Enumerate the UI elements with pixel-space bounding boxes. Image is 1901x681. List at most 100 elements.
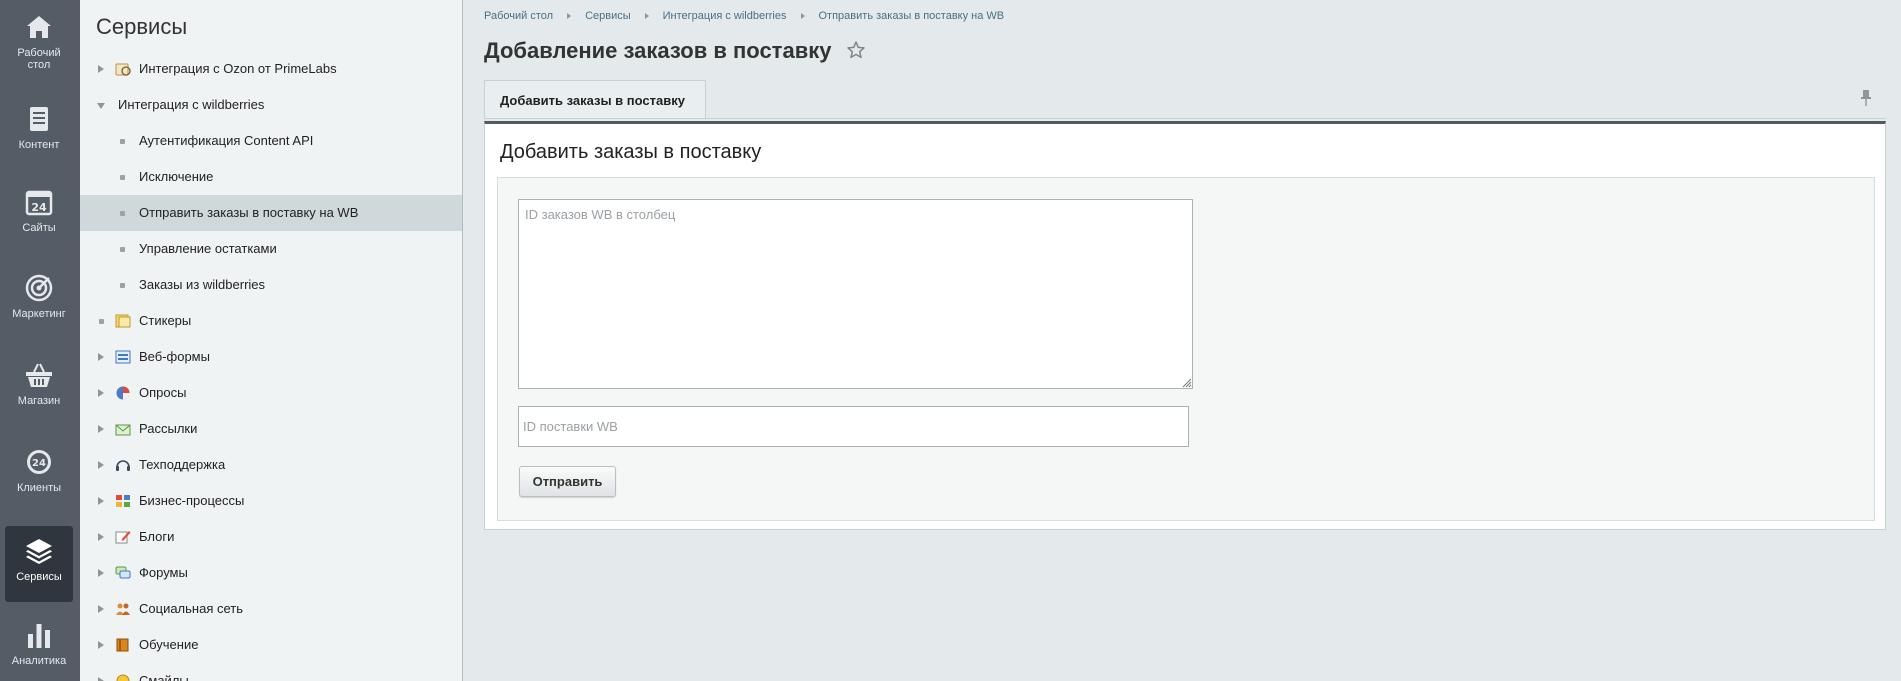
forum-icon — [115, 566, 131, 579]
rail-item-content[interactable]: Контент — [5, 104, 73, 151]
sidebar-item-stickers[interactable]: Стикеры — [80, 303, 462, 339]
rail-label: Аналитика — [11, 655, 67, 667]
sidebar-item-label: Интеграция с wildberries — [118, 97, 265, 112]
calendar-24-icon: 24 — [25, 190, 53, 216]
supply-id-input[interactable] — [518, 406, 1189, 447]
left-nav-rail: Рабочий стол Контент 24 Сайты Маркетинг … — [0, 0, 80, 681]
tab-add-orders[interactable]: Добавить заказы в поставку — [484, 80, 706, 119]
rail-label: Маркетинг — [12, 308, 66, 320]
services-menu: Интеграция с Ozon от PrimeLabs Интеграци… — [80, 51, 462, 681]
pin-icon[interactable] — [1859, 89, 1873, 107]
expand-arrow-icon[interactable] — [98, 389, 104, 397]
sidebar-item-label: Опросы — [139, 385, 187, 400]
sidebar-item-business-processes[interactable]: Бизнес-процессы — [80, 483, 462, 519]
document-icon — [30, 107, 48, 131]
bullet-icon — [120, 211, 125, 216]
sidebar-item-wildberries[interactable]: Интеграция с wildberries — [80, 87, 462, 123]
sidebar-item-forums[interactable]: Форумы — [80, 555, 462, 591]
rail-item-sites[interactable]: 24 Сайты — [5, 187, 73, 234]
page-title: Добавление заказов в поставку — [484, 38, 832, 63]
expand-arrow-icon[interactable] — [98, 641, 104, 649]
polls-icon — [116, 386, 130, 400]
sidebar-item-label: Исключение — [139, 169, 214, 184]
rail-label: Рабочий стол — [17, 47, 61, 71]
collapse-arrow-icon[interactable] — [97, 103, 105, 109]
sidebar-item-web-forms[interactable]: Веб-формы — [80, 339, 462, 375]
sidebar-item-label: Бизнес-процессы — [139, 493, 245, 508]
sidebar-item-smileys[interactable]: Смайлы — [80, 663, 462, 681]
expand-arrow-icon[interactable] — [98, 677, 104, 681]
expand-arrow-icon[interactable] — [98, 461, 104, 469]
basket-icon — [26, 363, 52, 387]
breadcrumb: Рабочий стол Сервисы Интеграция с wildberr… — [484, 10, 1004, 22]
rail-label: Клиенты — [16, 482, 62, 494]
services-sidebar: Сервисы Интеграция с Ozon от PrimeLabs И… — [80, 0, 463, 681]
blog-icon — [115, 531, 131, 544]
sidebar-item-label: Смайлы — [139, 673, 189, 681]
breadcrumb-item[interactable]: Отправить заказы в поставку на WB — [819, 10, 1005, 22]
sidebar-item-wb-orders[interactable]: Заказы из wildberries — [80, 267, 462, 303]
sidebar-item-content-api-auth[interactable]: Аутентификация Content API — [80, 123, 462, 159]
orders-id-textarea[interactable] — [518, 199, 1193, 389]
ozon-module-icon — [115, 63, 131, 76]
breadcrumb-item[interactable]: Рабочий стол — [484, 10, 553, 22]
sidebar-item-label: Техподдержка — [139, 457, 226, 472]
sidebar-item-label: Рассылки — [139, 421, 198, 436]
bar-chart-icon — [28, 624, 50, 648]
rail-label: Сервисы — [16, 571, 62, 583]
expand-arrow-icon[interactable] — [98, 605, 104, 613]
expand-arrow-icon[interactable] — [98, 569, 104, 577]
sidebar-item-label: Веб-формы — [139, 349, 210, 364]
rail-label: Контент — [18, 139, 60, 151]
bullet-icon — [120, 283, 125, 288]
sidebar-item-label: Аутентификация Content API — [139, 133, 314, 148]
sidebar-item-send-orders-wb[interactable]: Отправить заказы в поставку на WB — [80, 195, 462, 231]
breadcrumb-separator-icon — [644, 12, 649, 19]
breadcrumb-separator-icon — [800, 12, 805, 19]
sidebar-item-label: Интеграция с Ozon от PrimeLabs — [139, 61, 337, 76]
sidebar-item-ozon[interactable]: Интеграция с Ozon от PrimeLabs — [80, 51, 462, 87]
workflow-icon — [116, 495, 130, 507]
sidebar-item-label: Блоги — [139, 529, 175, 544]
rail-item-marketing[interactable]: Маркетинг — [5, 273, 73, 320]
sidebar-item-social-network[interactable]: Социальная сеть — [80, 591, 462, 627]
svg-text:24: 24 — [32, 458, 46, 469]
rail-item-analytics[interactable]: Аналитика — [5, 620, 73, 667]
learning-icon — [116, 638, 129, 652]
rail-item-clients[interactable]: 24 Клиенты — [5, 447, 73, 494]
house-icon — [27, 16, 51, 38]
rail-item-desktop[interactable]: Рабочий стол — [5, 12, 73, 71]
bullet-icon — [120, 175, 125, 180]
submit-button[interactable]: Отправить — [519, 466, 616, 497]
breadcrumb-item[interactable]: Интеграция с wildberries — [663, 10, 787, 22]
sidebar-item-label: Управление остатками — [139, 241, 277, 256]
main-content: Рабочий стол Сервисы Интеграция с wildberr… — [463, 0, 1901, 681]
form-area: Отправить — [497, 177, 1875, 521]
sidebar-item-support[interactable]: Техподдержка — [80, 447, 462, 483]
sidebar-item-label: Социальная сеть — [139, 601, 243, 616]
social-icon — [116, 603, 130, 615]
sidebar-item-label: Заказы из wildberries — [139, 277, 266, 292]
rail-item-shop[interactable]: Магазин — [5, 360, 73, 407]
tab-divider — [484, 118, 1886, 119]
rail-item-services[interactable]: Сервисы — [5, 526, 73, 602]
web-forms-icon — [115, 350, 131, 364]
sidebar-item-mailing[interactable]: Рассылки — [80, 411, 462, 447]
bullet-icon — [99, 319, 104, 324]
expand-arrow-icon[interactable] — [98, 533, 104, 541]
expand-arrow-icon[interactable] — [98, 65, 104, 73]
favorite-star-icon[interactable] — [846, 40, 866, 60]
expand-arrow-icon[interactable] — [98, 497, 104, 505]
sidebar-item-label: Стикеры — [139, 313, 192, 328]
expand-arrow-icon[interactable] — [98, 425, 104, 433]
sidebar-item-label: Форумы — [139, 565, 188, 580]
sidebar-item-blogs[interactable]: Блоги — [80, 519, 462, 555]
expand-arrow-icon[interactable] — [98, 353, 104, 361]
breadcrumb-item[interactable]: Сервисы — [585, 10, 631, 22]
stickers-icon — [115, 314, 131, 328]
sidebar-item-polls[interactable]: Опросы — [80, 375, 462, 411]
sidebar-item-exclusion[interactable]: Исключение — [80, 159, 462, 195]
sidebar-item-stock-management[interactable]: Управление остатками — [80, 231, 462, 267]
sidebar-item-learning[interactable]: Обучение — [80, 627, 462, 663]
sidebar-title: Сервисы — [96, 14, 188, 39]
